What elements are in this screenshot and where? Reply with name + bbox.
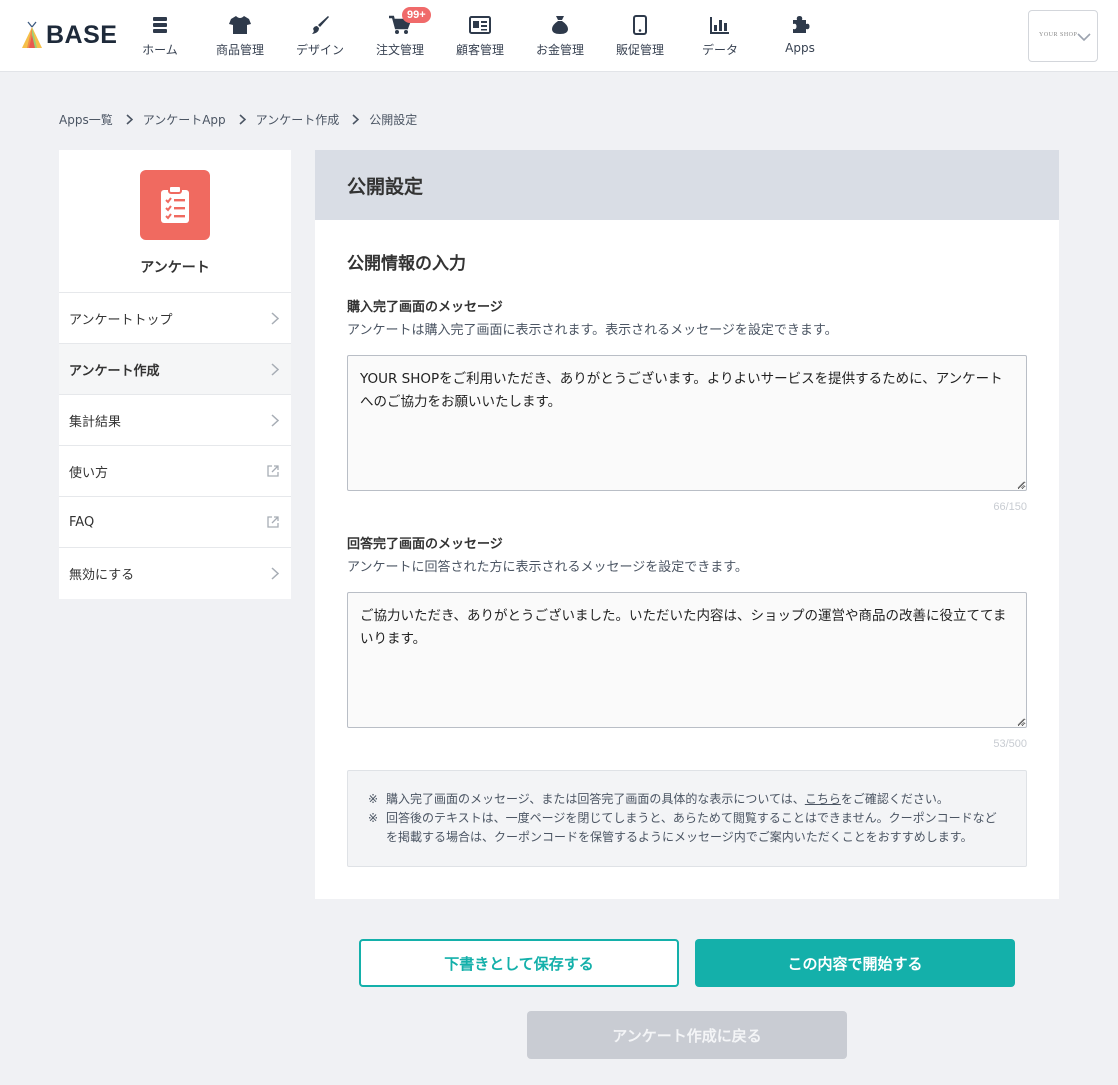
nav-design[interactable]: デザイン: [280, 14, 360, 60]
breadcrumb-survey-create[interactable]: アンケート作成: [256, 111, 340, 128]
resize-handle-icon[interactable]: [1017, 718, 1025, 726]
nav-promotion[interactable]: 販促管理: [600, 14, 680, 60]
notice-line: ※ 購入完了画面のメッセージ、または回答完了画面の具体的な表示については、こちら…: [368, 790, 1006, 809]
display-details-link[interactable]: こちら: [805, 792, 841, 806]
external-link-icon: [267, 465, 279, 477]
nav-home[interactable]: ホーム: [120, 14, 200, 60]
sidebar-item-label: アンケートトップ: [69, 312, 173, 328]
nav-label: Apps: [785, 41, 815, 55]
app-card: アンケート: [59, 150, 291, 293]
paintbrush-icon: [310, 14, 330, 36]
notice-mark: ※: [368, 811, 379, 825]
back-to-create-button[interactable]: アンケート作成に戻る: [527, 1011, 847, 1059]
notice-text: 回答後のテキストは、一度ページを閉じてしまうと、あらためて閲覧することはできませ…: [386, 811, 997, 844]
nav-money[interactable]: お金管理: [520, 14, 600, 60]
sidebar-item-disable[interactable]: 無効にする: [59, 548, 291, 599]
purchase-message-label: 購入完了画面のメッセージ: [347, 300, 503, 315]
sidebar-item-label: FAQ: [69, 514, 95, 530]
answer-message-textarea[interactable]: ご協力いただき、ありがとうございました。いただいた内容は、ショップの運営や商品の…: [347, 592, 1027, 728]
breadcrumb-survey-app[interactable]: アンケートApp: [143, 111, 226, 128]
app-name: アンケート: [140, 260, 210, 276]
sidebar-item-label: 集計結果: [69, 414, 122, 430]
puzzle-icon: [790, 14, 810, 36]
purchase-message-counter: 66/150: [993, 501, 1027, 513]
server-stack-icon: [151, 14, 169, 36]
sidebar-item-label: 無効にする: [69, 568, 135, 583]
notice-line: ※ 回答後のテキストは、一度ページを閉じてしまうと、あらためて閲覧することはでき…: [368, 809, 1006, 847]
nav-label: データ: [701, 43, 738, 57]
bar-chart-icon: [710, 14, 730, 36]
nav-label: お金管理: [535, 43, 584, 57]
notice-mark: ※: [368, 792, 379, 806]
smartphone-icon: [633, 14, 647, 36]
chevron-right-icon: [126, 113, 133, 125]
breadcrumb-current: 公開設定: [369, 112, 418, 127]
external-link-icon: [267, 516, 279, 528]
top-navigation-bar: BASE ホーム 商品管理 デザイン 99+ 注文管理 顧客管理 お金管理 販促…: [0, 0, 1118, 72]
purchase-message-value: YOUR SHOPをご利用いただき、ありがとうございます。よりよいサービスを提供…: [360, 371, 1003, 410]
section-title: 公開情報の入力: [347, 254, 466, 274]
nav-apps[interactable]: Apps: [760, 14, 840, 60]
sidebar-item-how-to-use[interactable]: 使い方: [59, 446, 291, 497]
money-bag-icon: [551, 14, 569, 36]
chevron-right-icon: [352, 113, 360, 125]
sidebar-item-faq[interactable]: FAQ: [59, 497, 291, 548]
notice-text-after: をご確認ください。: [840, 792, 949, 806]
page-title: 公開設定: [347, 175, 424, 198]
order-count-badge: 99+: [402, 7, 431, 23]
base-logo[interactable]: BASE: [20, 20, 117, 50]
start-survey-button[interactable]: この内容で開始する: [695, 939, 1015, 987]
save-draft-button[interactable]: 下書きとして保存する: [359, 939, 679, 987]
chevron-right-icon: [271, 413, 279, 427]
nav-customers[interactable]: 顧客管理: [440, 14, 520, 60]
nav-orders[interactable]: 99+ 注文管理: [360, 7, 440, 60]
publish-settings-panel: 公開設定 公開情報の入力 購入完了画面のメッセージ アンケートは購入完了画面に表…: [315, 150, 1059, 899]
panel-header: 公開設定: [315, 150, 1059, 220]
breadcrumb: Apps一覧 アンケートApp アンケート作成 公開設定: [59, 111, 417, 127]
id-card-icon: [469, 14, 491, 36]
sidebar-item-label: アンケート作成: [69, 363, 160, 379]
notice-text-before: 購入完了画面のメッセージ、または回答完了画面の具体的な表示については、: [386, 792, 805, 806]
nav-products[interactable]: 商品管理: [200, 14, 280, 60]
answer-message-help: アンケートに回答された方に表示されるメッセージを設定できます。: [347, 560, 748, 575]
tent-logo-icon: [22, 21, 42, 48]
sidebar-item-survey-top[interactable]: アンケートトップ: [59, 293, 291, 344]
sidebar-item-survey-create[interactable]: アンケート作成: [59, 344, 291, 395]
resize-handle-icon[interactable]: [1017, 481, 1025, 489]
chevron-right-icon: [239, 113, 246, 125]
notice-text: 購入完了画面のメッセージ、または回答完了画面の具体的な表示については、こちらをご…: [386, 790, 1006, 809]
chevron-right-icon: [271, 311, 279, 325]
chevron-down-icon: [1077, 33, 1091, 42]
answer-message-label: 回答完了画面のメッセージ: [347, 537, 503, 552]
nav-label: 注文管理: [375, 43, 424, 57]
nav-label: ホーム: [142, 43, 178, 57]
answer-message-counter: 53/500: [993, 738, 1027, 750]
app-sidebar: アンケート アンケートトップ アンケート作成 集計結果 使い方 FAQ 無効にす…: [59, 150, 291, 599]
sidebar-item-results[interactable]: 集計結果: [59, 395, 291, 446]
purchase-message-textarea[interactable]: YOUR SHOPをご利用いただき、ありがとうございます。よりよいサービスを提供…: [347, 355, 1027, 491]
chevron-right-icon: [271, 362, 279, 376]
nav-label: 顧客管理: [455, 43, 504, 57]
nav-label: 販促管理: [615, 43, 664, 57]
nav-label: 商品管理: [215, 43, 264, 57]
shop-logo: YOUR SHOP: [1039, 32, 1078, 38]
clipboard-checklist-icon: [140, 170, 210, 240]
answer-message-value: ご協力いただき、ありがとうございました。いただいた内容は、ショップの運営や商品の…: [360, 608, 1007, 647]
nav-label: デザイン: [295, 43, 344, 57]
logo-text: BASE: [46, 21, 118, 49]
tshirt-icon: [229, 14, 251, 36]
purchase-message-help: アンケートは購入完了画面に表示されます。表示されるメッセージを設定できます。: [347, 323, 838, 338]
nav-data[interactable]: データ: [680, 14, 760, 60]
shop-selector-dropdown[interactable]: YOUR SHOP: [1028, 10, 1098, 62]
sidebar-item-label: 使い方: [69, 465, 109, 481]
breadcrumb-apps-list[interactable]: Apps一覧: [59, 111, 113, 128]
chevron-right-icon: [271, 567, 279, 580]
notice-box: ※ 購入完了画面のメッセージ、または回答完了画面の具体的な表示については、こちら…: [347, 770, 1027, 867]
